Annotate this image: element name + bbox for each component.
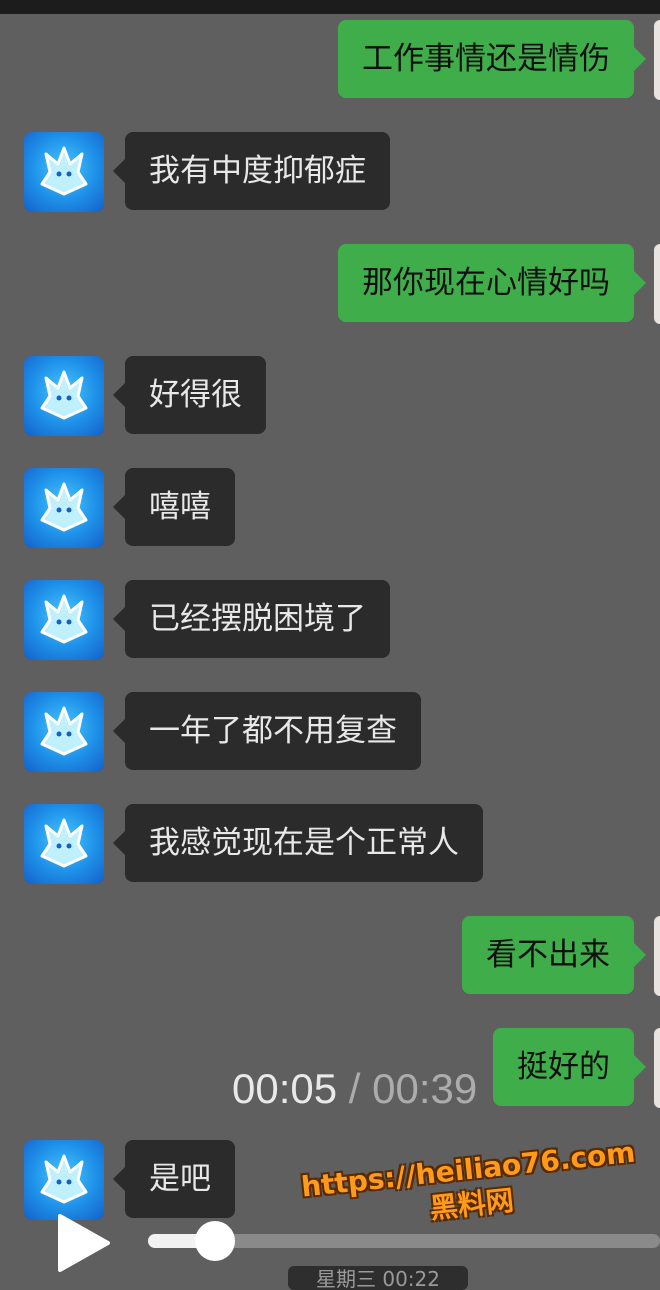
star-mascot-icon xyxy=(40,482,88,532)
message-row: 看不出来 xyxy=(0,916,660,996)
total-time: 00:39 xyxy=(372,1065,478,1112)
playback-time: 00:05 / 00:39 xyxy=(232,1064,477,1114)
message-bubble-outgoing[interactable]: 工作事情还是情伤 xyxy=(338,20,646,98)
message-bubble-incoming[interactable]: 我感觉现在是个正常人 xyxy=(113,804,483,882)
current-time: 00:05 xyxy=(232,1065,338,1112)
contact-avatar[interactable] xyxy=(24,804,104,884)
message-bubble-incoming[interactable]: 已经摆脱困境了 xyxy=(113,580,390,658)
message-bubble-outgoing[interactable]: 看不出来 xyxy=(462,916,646,994)
self-avatar-edge xyxy=(654,244,660,324)
message-row: 那你现在心情好吗 xyxy=(0,244,660,324)
message-row: 好得很 xyxy=(0,356,660,436)
message-row: 一年了都不用复查 xyxy=(0,692,660,772)
contact-avatar[interactable] xyxy=(24,132,104,212)
star-mascot-icon xyxy=(40,706,88,756)
contact-avatar[interactable] xyxy=(24,580,104,660)
status-bar-edge xyxy=(0,0,660,14)
message-bubble-incoming[interactable]: 一年了都不用复查 xyxy=(113,692,421,770)
star-mascot-icon xyxy=(40,594,88,644)
message-bubble-incoming[interactable]: 我有中度抑郁症 xyxy=(113,132,390,210)
contact-avatar[interactable] xyxy=(24,356,104,436)
self-avatar-edge xyxy=(654,916,660,996)
message-bubble-outgoing[interactable]: 那你现在心情好吗 xyxy=(338,244,646,322)
time-separator: / xyxy=(348,1065,361,1112)
star-mascot-icon xyxy=(40,1154,88,1204)
message-row: 我有中度抑郁症 xyxy=(0,132,660,212)
seek-bar-handle[interactable] xyxy=(195,1221,235,1261)
message-row: 工作事情还是情伤 xyxy=(0,20,660,100)
play-button[interactable] xyxy=(52,1212,114,1274)
play-icon xyxy=(58,1214,110,1272)
contact-avatar[interactable] xyxy=(24,1140,104,1220)
message-row: 我感觉现在是个正常人 xyxy=(0,804,660,884)
message-bubble-incoming[interactable]: 是吧 xyxy=(113,1140,235,1218)
message-bubble-incoming[interactable]: 好得很 xyxy=(113,356,266,434)
self-avatar-edge xyxy=(654,20,660,100)
contact-avatar[interactable] xyxy=(24,692,104,772)
star-mascot-icon xyxy=(40,818,88,868)
message-bubble-incoming[interactable]: 嘻嘻 xyxy=(113,468,235,546)
self-avatar-edge xyxy=(654,1028,660,1108)
contact-avatar[interactable] xyxy=(24,468,104,548)
date-label: 星期三 00:22 xyxy=(288,1266,468,1290)
message-row: 已经摆脱困境了 xyxy=(0,580,660,660)
star-mascot-icon xyxy=(40,370,88,420)
message-row: 嘻嘻 xyxy=(0,468,660,548)
message-bubble-outgoing[interactable]: 挺好的 xyxy=(493,1028,646,1106)
star-mascot-icon xyxy=(40,146,88,196)
